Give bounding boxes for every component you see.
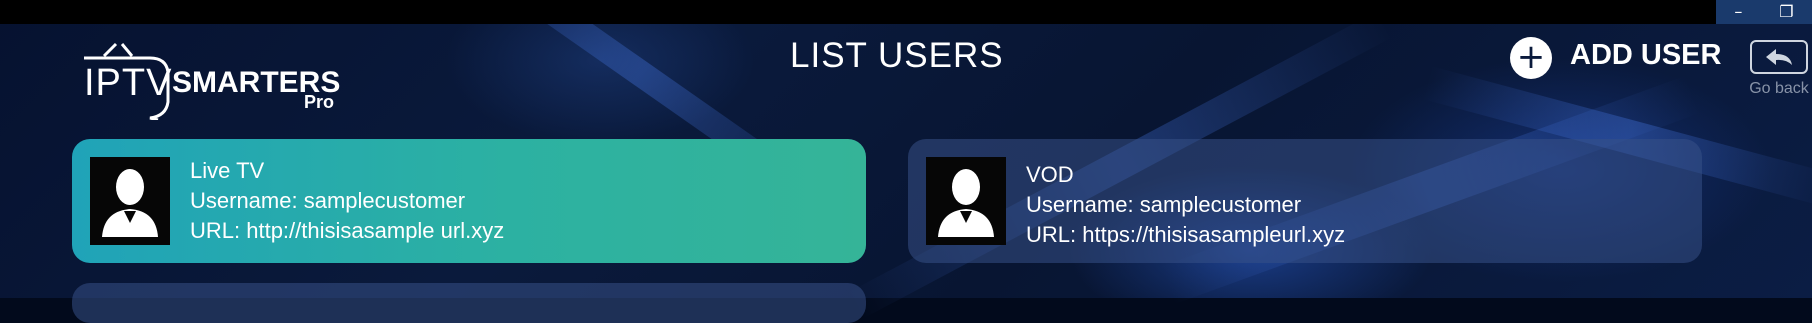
add-user-label: ADD USER: [1570, 38, 1722, 71]
window-title-bar: – ❐: [0, 0, 1812, 24]
logo-pro-text: Pro: [304, 92, 335, 112]
user-card-partial[interactable]: [72, 283, 866, 323]
user-card-info: Live TV Username: samplecustomer URL: ht…: [190, 156, 504, 246]
user-url: URL: http://thisisasample url.xyz: [190, 218, 505, 243]
add-user-button[interactable]: + ADD USER: [1510, 36, 1721, 80]
user-username: Username: samplecustomer: [190, 188, 466, 213]
go-back-label: Go back: [1749, 80, 1809, 97]
user-name: VOD: [1026, 162, 1074, 187]
user-url: URL: https://thisisasampleurl.xyz: [1026, 222, 1346, 247]
app-logo: IPTV SMARTERS Pro: [80, 22, 350, 122]
user-name: Live TV: [190, 158, 265, 183]
page-title: LIST USERS: [790, 36, 1004, 75]
back-arrow-icon: [1750, 40, 1808, 74]
restore-icon[interactable]: ❐: [1779, 0, 1793, 24]
window-controls: – ❐: [1716, 0, 1812, 24]
user-card-live-tv[interactable]: Live TV Username: samplecustomer URL: ht…: [72, 139, 866, 263]
user-avatar-icon: [926, 157, 1006, 245]
user-card-vod[interactable]: VOD Username: samplecustomer URL: https:…: [908, 139, 1702, 263]
user-avatar-icon: [90, 157, 170, 245]
plus-circle-icon: +: [1510, 37, 1552, 79]
logo-iptv-text: IPTV: [84, 62, 173, 104]
user-username: Username: samplecustomer: [1026, 192, 1302, 217]
user-card-info: VOD Username: samplecustomer URL: https:…: [1026, 160, 1345, 250]
minimize-icon[interactable]: –: [1734, 0, 1742, 24]
go-back-button[interactable]: Go back: [1746, 40, 1812, 106]
